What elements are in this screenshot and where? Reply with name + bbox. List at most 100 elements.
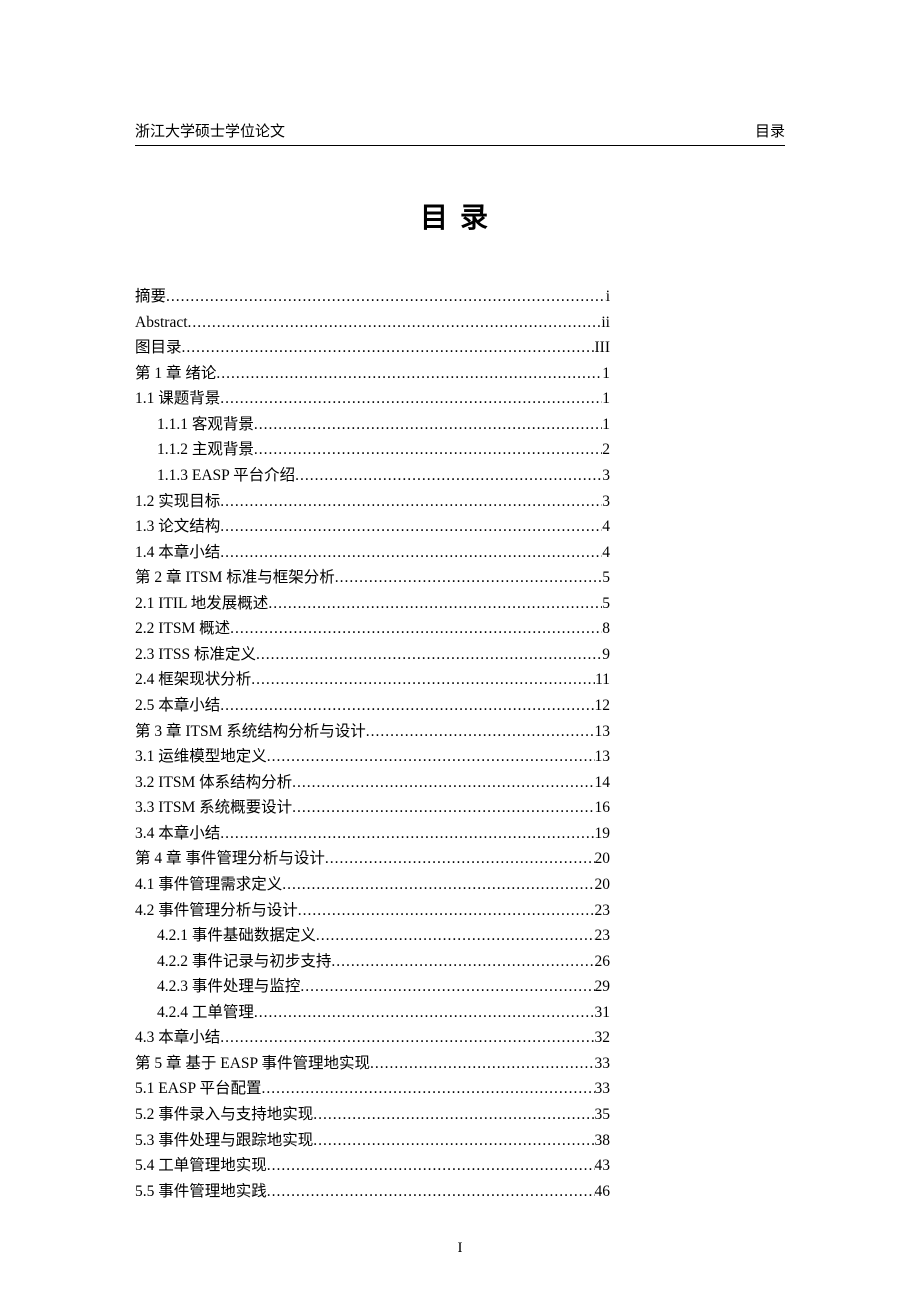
toc-entry-label: 4.2.3 事件处理与监控 <box>157 974 300 1000</box>
toc-leader-dots <box>254 1000 595 1026</box>
page-container: 浙江大学硕士学位论文 目录 目录 摘要 iAbstractii图目录 III第 … <box>0 0 920 1297</box>
toc-entry-page: 9 <box>602 642 610 668</box>
toc-entry-page: 20 <box>595 846 611 872</box>
toc-entry-page: 3 <box>602 463 610 489</box>
toc-entry-page: 13 <box>595 719 611 745</box>
toc-entry-label: 第 4 章 事件管理分析与设计 <box>135 846 325 872</box>
toc-entry-page: 31 <box>595 1000 611 1026</box>
toc-entry-page: 20 <box>595 872 611 898</box>
toc-entry: 1.4 本章小结 4 <box>135 540 610 566</box>
toc-leader-dots <box>366 719 595 745</box>
toc-entry: 3.4 本章小结 19 <box>135 821 610 847</box>
toc-entry: 第 3 章 ITSM 系统结构分析与设计 13 <box>135 719 610 745</box>
toc-entry-label: 4.2.4 工单管理 <box>157 1000 254 1026</box>
toc-entry: 5.2 事件录入与支持地实现 35 <box>135 1102 610 1128</box>
toc-entry: 5.5 事件管理地实践 46 <box>135 1179 610 1205</box>
toc-entry: 第 4 章 事件管理分析与设计 20 <box>135 846 610 872</box>
toc-leader-dots <box>251 667 595 693</box>
toc-entry-label: 1.3 论文结构 <box>135 514 220 540</box>
toc-entry-label: 图目录 <box>135 335 182 361</box>
toc-entry-page: 3 <box>602 489 610 515</box>
toc-leader-dots <box>331 949 594 975</box>
toc-entry: 2.1 ITIL 地发展概述 5 <box>135 591 610 617</box>
toc-entry-label: 2.4 框架现状分析 <box>135 667 251 693</box>
toc-entry-label: 3.1 运维模型地定义 <box>135 744 267 770</box>
toc-entry-label: 2.2 ITSM 概述 <box>135 616 230 642</box>
toc-entry-page: i <box>606 284 610 310</box>
toc-leader-dots <box>313 1128 594 1154</box>
toc-entry: 摘要 i <box>135 284 610 310</box>
toc-entry-label: 1.1.3 EASP 平台介绍 <box>157 463 295 489</box>
toc-entry: 1.1 课题背景 1 <box>135 386 610 412</box>
toc-leader-dots <box>267 1153 595 1179</box>
toc-entry-label: 4.1 事件管理需求定义 <box>135 872 282 898</box>
toc-entry-label: 5.2 事件录入与支持地实现 <box>135 1102 313 1128</box>
toc-entry-label: 第 2 章 ITSM 标准与框架分析 <box>135 565 335 591</box>
toc-entry-page: 29 <box>595 974 611 1000</box>
toc-entry-page: 23 <box>595 923 611 949</box>
toc-entry-label: 第 3 章 ITSM 系统结构分析与设计 <box>135 719 366 745</box>
toc-leader-dots <box>292 770 594 796</box>
toc-leader-dots <box>254 412 602 438</box>
toc-entry: 2.5 本章小结 12 <box>135 693 610 719</box>
toc-leader-dots <box>267 744 595 770</box>
toc-entry-label: 3.3 ITSM 系统概要设计 <box>135 795 292 821</box>
toc-entry: 2.3 ITSS 标准定义9 <box>135 642 610 668</box>
toc-leader-dots <box>267 1179 595 1205</box>
toc-entry-label: 3.2 ITSM 体系结构分析 <box>135 770 292 796</box>
toc-entry-page: 35 <box>595 1102 611 1128</box>
toc-leader-dots <box>300 974 594 1000</box>
toc-entry-page: 11 <box>595 667 610 693</box>
toc-entry-page: 5 <box>602 591 610 617</box>
toc-entry-label: 3.4 本章小结 <box>135 821 220 847</box>
toc-entry: 第 2 章 ITSM 标准与框架分析 5 <box>135 565 610 591</box>
toc-entry-label: 2.1 ITIL 地发展概述 <box>135 591 268 617</box>
toc-entry: 第 1 章 绪论 1 <box>135 361 610 387</box>
toc-entry-label: 第 1 章 绪论 <box>135 361 216 387</box>
toc-entry: 3.2 ITSM 体系结构分析14 <box>135 770 610 796</box>
toc-leader-dots <box>370 1051 595 1077</box>
toc-entry-page: 26 <box>595 949 611 975</box>
toc-entry-page: 13 <box>595 744 611 770</box>
toc-entry: 1.1.3 EASP 平台介绍 3 <box>135 463 610 489</box>
toc-entry-label: 5.3 事件处理与跟踪地实现 <box>135 1128 313 1154</box>
toc-leader-dots <box>256 642 602 668</box>
toc-entry: 4.2 事件管理分析与设计 23 <box>135 898 610 924</box>
toc-entry-page: 23 <box>595 898 611 924</box>
toc-entry-label: 第 5 章 基于 EASP 事件管理地实现 <box>135 1051 370 1077</box>
toc-entry-label: 4.2.2 事件记录与初步支持 <box>157 949 331 975</box>
toc-entry-label: 4.3 本章小结 <box>135 1025 220 1051</box>
toc-entry-label: 1.2 实现目标 <box>135 489 220 515</box>
toc-entry-page: 46 <box>595 1179 611 1205</box>
toc-entry-label: 4.2 事件管理分析与设计 <box>135 898 298 924</box>
toc-entry: 4.2.2 事件记录与初步支持 26 <box>135 949 610 975</box>
toc-entry-label: 1.1 课题背景 <box>135 386 220 412</box>
header-right: 目录 <box>755 120 785 141</box>
toc-entry-page: 8 <box>602 616 610 642</box>
toc-entry-page: 19 <box>595 821 611 847</box>
toc-entry: Abstractii <box>135 310 610 336</box>
toc-entry: 第 5 章 基于 EASP 事件管理地实现 33 <box>135 1051 610 1077</box>
toc-leader-dots <box>268 591 602 617</box>
toc-entry: 1.1.1 客观背景 1 <box>135 412 610 438</box>
toc-leader-dots <box>335 565 602 591</box>
toc-entry: 4.2.4 工单管理 31 <box>135 1000 610 1026</box>
page-number-footer: I <box>135 1240 785 1257</box>
toc-leader-dots <box>254 437 602 463</box>
toc-entry-label: 摘要 <box>135 284 166 310</box>
toc-entry-label: 5.5 事件管理地实践 <box>135 1179 267 1205</box>
toc-entry: 3.3 ITSM 系统概要设计 16 <box>135 795 610 821</box>
toc-entry-page: 2 <box>602 437 610 463</box>
toc-entry-label: 1.1.2 主观背景 <box>157 437 254 463</box>
toc-leader-dots <box>220 514 602 540</box>
toc-entry-page: 1 <box>602 386 610 412</box>
toc-leader-dots <box>220 1025 594 1051</box>
toc-entry-page: 5 <box>602 565 610 591</box>
toc-entry-page: 16 <box>595 795 611 821</box>
toc-entry-page: 33 <box>595 1051 611 1077</box>
toc-entry-label: 2.5 本章小结 <box>135 693 220 719</box>
toc-title: 目录 <box>135 196 785 236</box>
toc-entry-label: 1.4 本章小结 <box>135 540 220 566</box>
toc-entry-page: ii <box>601 310 610 336</box>
toc-leader-dots <box>325 846 595 872</box>
